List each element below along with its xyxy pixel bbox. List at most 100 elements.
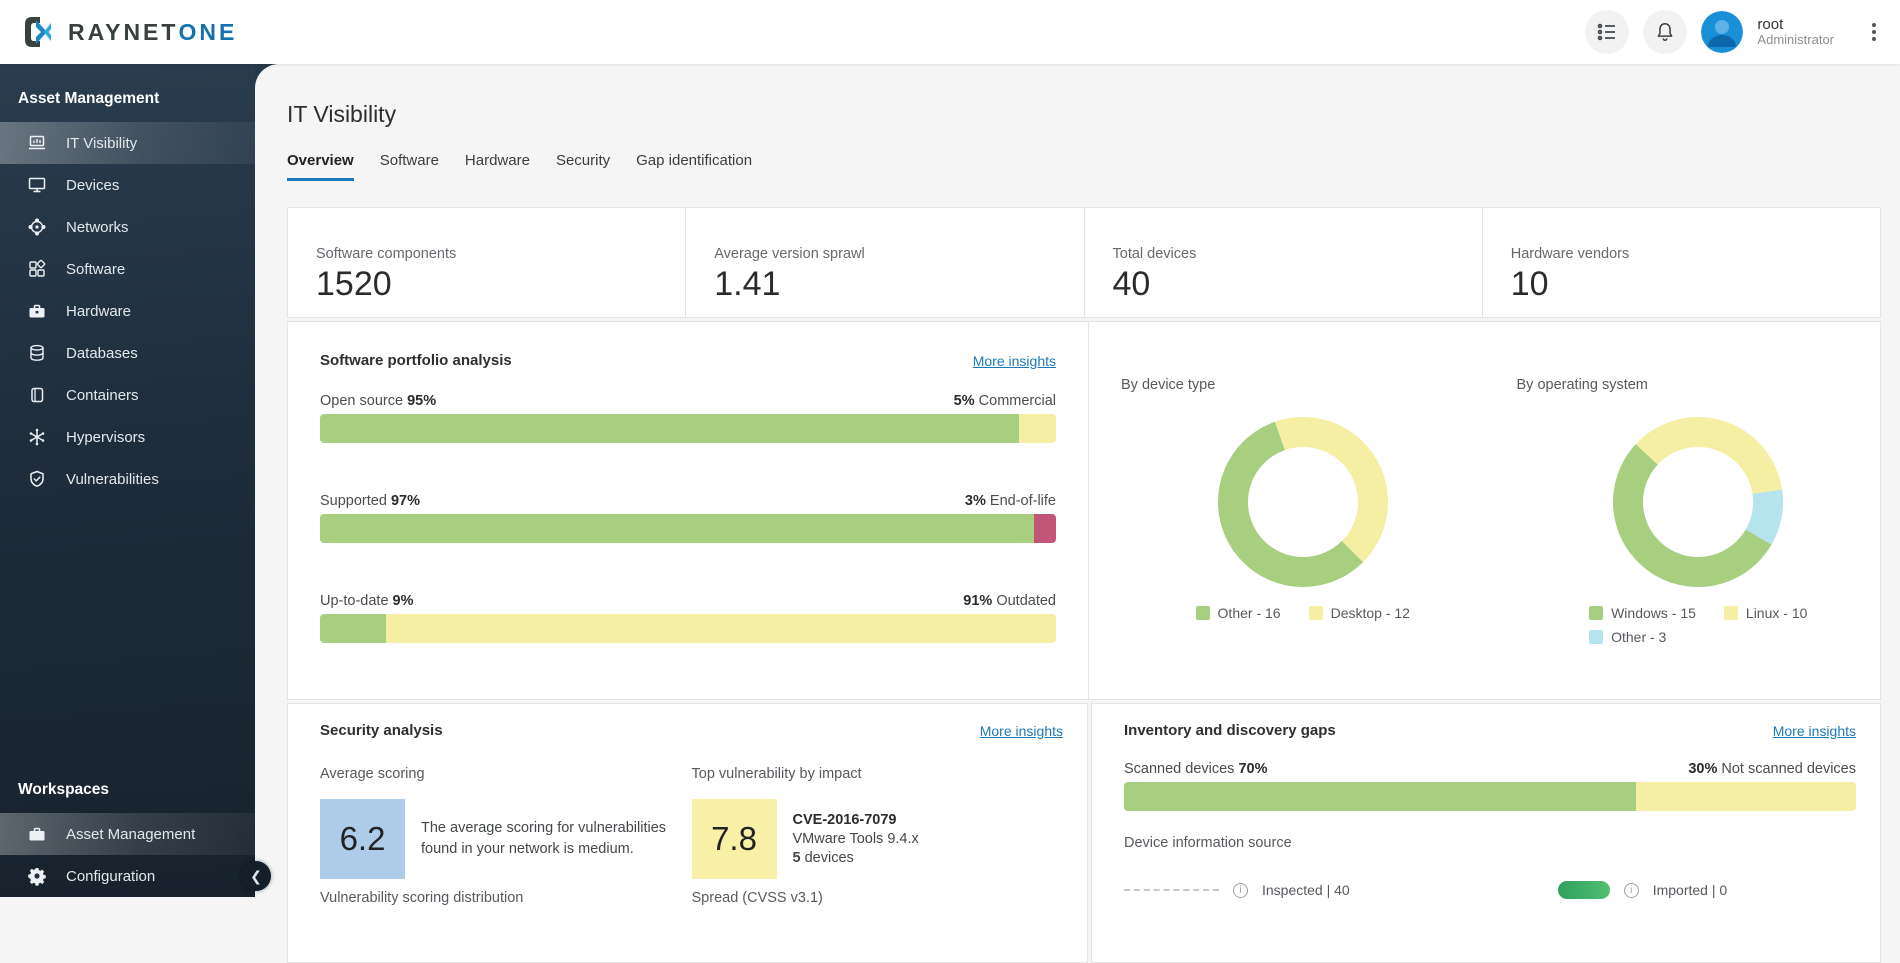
tab-overview[interactable]: Overview (287, 152, 354, 181)
cve-product: VMware Tools 9.4.x (793, 831, 919, 847)
kpi-value: 40 (1113, 265, 1482, 304)
notifications-button[interactable] (1643, 10, 1687, 54)
sidebar-item-software[interactable]: Software (0, 248, 255, 290)
network-nodes-icon (26, 216, 48, 238)
info-icon[interactable]: i (1233, 883, 1248, 898)
workspace-item-asset-management[interactable]: Asset Management (0, 813, 255, 855)
database-icon (26, 342, 48, 364)
scanned-devices-stacked-bar[interactable] (1124, 782, 1856, 811)
workspace-item-configuration[interactable]: Configuration (0, 855, 255, 897)
tab-gap-identification[interactable]: Gap identification (636, 152, 752, 181)
kpi-label: Software components (316, 246, 685, 262)
sidebar-item-vulnerabilities[interactable]: Vulnerabilities (0, 458, 255, 500)
briefcase-icon (26, 823, 48, 845)
device-type-legend: Other - 16 Desktop - 12 (1121, 605, 1485, 621)
kpi-label: Total devices (1113, 246, 1482, 262)
up-to-date-stacked-bar[interactable] (320, 614, 1056, 643)
vulnerability-scoring-distribution-label: Vulnerability scoring distribution (320, 890, 692, 906)
task-list-button[interactable] (1585, 10, 1629, 54)
header-overflow-menu[interactable] (1866, 17, 1882, 47)
top-vulnerability-block: Top vulnerability by impact 7.8 CVE-2016… (692, 766, 1064, 879)
open-source-stacked-bar[interactable] (320, 414, 1056, 443)
sidebar-item-label: Hypervisors (66, 429, 145, 446)
legend-item[interactable]: Other - 16 (1196, 605, 1281, 621)
device-type-donut[interactable] (1218, 417, 1388, 587)
average-scoring-label: Average scoring (320, 766, 692, 782)
kpi-row: Software components 1520 Average version… (287, 207, 1881, 318)
kpi-value: 1.41 (714, 265, 1083, 304)
sidebar-collapse-button[interactable]: ❮ (241, 861, 271, 891)
section-title: Security analysis (320, 722, 443, 739)
app-header: RAYNETONE root (0, 0, 1900, 64)
sidebar-item-devices[interactable]: Devices (0, 164, 255, 206)
by-operating-system-chart: By operating system Windows - 15 Linux -… (1485, 352, 1881, 699)
bar-right-pct: 3% (965, 493, 986, 509)
user-avatar-icon (1701, 11, 1743, 53)
legend-item[interactable]: Linux - 10 (1724, 605, 1807, 621)
gear-icon (26, 865, 48, 887)
raynet-logo-icon (20, 14, 56, 50)
bar-right-label: Outdated (996, 593, 1056, 609)
more-insights-link[interactable]: More insights (973, 353, 1056, 369)
by-device-type-chart: By device type Other - 16 Desktop - 12 (1089, 352, 1485, 699)
security-analysis-card: Security analysis More insights Average … (287, 703, 1088, 963)
avatar[interactable] (1701, 11, 1743, 53)
legend-item[interactable]: Windows - 15 (1589, 605, 1696, 621)
shield-check-icon (26, 468, 48, 490)
tab-hardware[interactable]: Hardware (465, 152, 530, 181)
top-vulnerability-details: CVE-2016-7079 VMware Tools 9.4.x 5 devic… (793, 812, 919, 866)
sidebar-item-label: IT Visibility (66, 135, 137, 152)
legend-label: Linux - 10 (1746, 605, 1807, 621)
tab-security[interactable]: Security (556, 152, 610, 181)
sidebar-item-containers[interactable]: Containers (0, 374, 255, 416)
sidebar-item-it-visibility[interactable]: IT Visibility (0, 122, 255, 164)
bottom-cards-row: Security analysis More insights Average … (287, 703, 1881, 963)
bar-right-pct: 91% (963, 593, 992, 609)
kpi-label: Average version sprawl (714, 246, 1083, 262)
user-name: root (1757, 16, 1834, 33)
sidebar-item-networks[interactable]: Networks (0, 206, 255, 248)
legend-label[interactable]: Inspected | 40 (1262, 882, 1350, 898)
bar-left-pct: 9% (393, 593, 414, 609)
legend-item[interactable]: Desktop - 12 (1309, 605, 1410, 621)
kpi-average-version-sprawl: Average version sprawl 1.41 (686, 208, 1084, 317)
legend-swatch (1309, 606, 1323, 620)
sidebar-item-label: Vulnerabilities (66, 471, 159, 488)
sidebar: Asset Management IT Visibility Devices N (0, 64, 255, 897)
bar-left-pct: 70% (1238, 761, 1267, 777)
bar-left-pct: 97% (391, 493, 420, 509)
sidebar-item-label: Databases (66, 345, 138, 362)
kpi-total-devices: Total devices 40 (1085, 208, 1483, 317)
legend-label: Windows - 15 (1611, 605, 1696, 621)
legend-label: Other - 16 (1218, 605, 1281, 621)
average-scoring-description: The average scoring for vulnerabilities … (421, 818, 671, 860)
it-visibility-icon (26, 132, 48, 154)
empty-bar-swatch (1124, 889, 1219, 891)
user-menu[interactable]: root Administrator (1757, 16, 1834, 48)
brand-logo[interactable]: RAYNETONE (20, 14, 237, 50)
bar-right-pct: 30% (1688, 761, 1717, 777)
info-icon[interactable]: i (1624, 883, 1639, 898)
sidebar-item-label: Devices (66, 177, 119, 194)
tab-software[interactable]: Software (380, 152, 439, 181)
section-title: Software portfolio analysis (320, 352, 512, 369)
container-icon (26, 384, 48, 406)
more-insights-link[interactable]: More insights (1773, 723, 1856, 739)
legend-swatch (1589, 606, 1603, 620)
supported-bar-row: Supported 97% 3% End-of-life (320, 493, 1056, 543)
operating-system-donut[interactable] (1613, 417, 1783, 587)
green-bar-swatch (1558, 881, 1610, 899)
supported-stacked-bar[interactable] (320, 514, 1056, 543)
legend-label[interactable]: Imported | 0 (1653, 882, 1727, 898)
sidebar-item-hardware[interactable]: Hardware (0, 290, 255, 332)
legend-item[interactable]: Other - 3 (1589, 629, 1696, 645)
tab-bar: Overview Software Hardware Security Gap … (287, 152, 1880, 181)
sidebar-item-hypervisors[interactable]: Hypervisors (0, 416, 255, 458)
more-insights-link[interactable]: More insights (980, 723, 1063, 739)
sidebar-section-assets: Asset Management (0, 64, 255, 122)
device-charts-pane: By device type Other - 16 Desktop - 12 B… (1089, 322, 1880, 699)
sidebar-item-databases[interactable]: Databases (0, 332, 255, 374)
open-source-bar-row: Open source 95% 5% Commercial (320, 393, 1056, 443)
toolbox-icon (26, 300, 48, 322)
top-vulnerability-label: Top vulnerability by impact (692, 766, 1064, 782)
